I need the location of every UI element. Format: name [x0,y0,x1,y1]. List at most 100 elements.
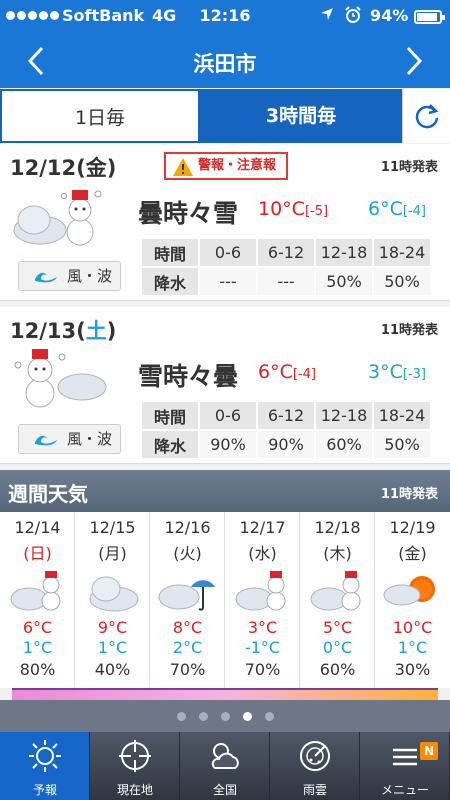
tab-current-location[interactable]: 現在地 [90,732,180,800]
week-day-column: 12/19 (金) 10°C 1°C 30% [375,512,450,688]
precip-value: 90% [258,431,314,458]
wind-wave-button[interactable]: 風・波 [18,424,121,454]
wave-icon [35,435,57,446]
page-dot[interactable] [198,711,208,721]
week-weekday: (日) [23,544,52,563]
tab-rain-radar[interactable]: 雨雲 [270,732,360,800]
col-header: 6-12 [258,239,314,266]
wind-wave-button[interactable]: 風・波 [18,261,121,291]
page-dot-active[interactable] [242,711,252,721]
precip-value: --- [258,268,314,295]
alarm-clock-icon [345,6,361,23]
sun-icon [29,740,61,772]
week-low: -1°C [244,638,281,657]
page-dot[interactable] [264,711,274,721]
cloud-snow-icon [235,571,286,611]
snowman-cloud-icon [14,349,107,408]
view-tabs: 1日毎 3時間毎 [0,89,450,143]
forecast-date: 12/13(土) [10,319,117,343]
precip-table: 時間 0-6 6-12 12-18 18-24 降水 --- --- 50% 50% [140,237,432,297]
tab-three-hour[interactable]: 3時間毎 [200,89,402,143]
weekly-issued: 11時発表 [380,487,438,502]
week-pop: 60% [319,660,356,679]
week-low: 1°C [97,638,128,657]
new-badge: N [420,742,438,760]
week-day-column: 12/17 (水) 3°C -1°C 70% [225,512,300,688]
nav-bar: 浜田市 [0,34,450,88]
col-header: 6-12 [258,402,314,429]
tab-national[interactable]: 全国 [180,732,270,800]
week-pop: 30% [394,660,431,679]
col-header: 0-6 [200,402,256,429]
cloud-sun-outline-icon [211,743,239,769]
week-low: 1°C [397,638,428,657]
ad-banner[interactable] [12,688,438,700]
crosshair-icon [119,740,151,772]
status-bar: SoftBank 4G 12:16 94% [0,0,450,34]
tab-national-label: 全国 [212,783,237,797]
col-header: 時間 [142,402,198,429]
cloud-snow-icon [10,571,61,611]
refresh-button[interactable] [402,89,450,143]
weather-condition: 曇時々雪 [138,199,239,228]
warning-triangle-icon [173,158,193,176]
location-arrow-icon [321,8,333,20]
bottom-tab-bar: 予報 現在地 全国 雨雲 N メニュー [0,732,450,800]
week-date: 12/15 [89,518,136,537]
week-date: 12/14 [14,518,61,537]
cloud-snow-icon [310,571,361,611]
wind-wave-label: 風・波 [67,430,113,448]
tab-radar-label: 雨雲 [302,783,327,797]
wave-icon [35,272,57,283]
low-temp: 3°C[-3] [368,361,426,383]
week-date: 12/19 [389,518,436,537]
precip-value: --- [200,268,256,295]
tab-menu[interactable]: N メニュー [360,732,450,800]
day-forecast-today: 12/12(金) 警報・注意報 11時発表 曇時々雪 10°C[-5] 6°C[… [0,144,450,301]
radar-icon [300,741,330,771]
weekly-forecast: 12/14 (日) 6°C 1°C 80% 12/15 (月) 9°C 1°C … [0,512,450,688]
tab-forecast[interactable]: 予報 [0,732,90,800]
weekly-title: 週間天気 [8,482,88,506]
page-dot[interactable] [220,711,230,721]
precip-value: 50% [374,268,430,295]
cloud-umbrella-icon [158,580,215,611]
week-day-column: 12/14 (日) 6°C 1°C 80% [0,512,75,688]
col-header: 0-6 [200,239,256,266]
week-low: 2°C [172,638,203,657]
warning-button[interactable]: 警報・注意報 [164,152,288,180]
week-pop: 70% [169,660,206,679]
col-header: 12-18 [316,239,372,266]
col-header: 18-24 [374,239,430,266]
refresh-icon [415,104,439,129]
week-weekday: (水) [248,544,277,563]
high-temp: 10°C[-5] [258,198,329,220]
weekly-header: 週間天気 11時発表 [0,470,450,512]
next-city-button[interactable] [396,44,430,78]
week-low: 0°C [322,638,353,657]
tab-current-label: 現在地 [116,783,153,797]
page-indicator[interactable] [0,700,450,732]
week-pop: 70% [244,660,281,679]
week-pop: 80% [19,660,56,679]
week-high: 5°C [322,618,353,637]
week-weekday: (火) [173,544,202,563]
precip-value: 60% [316,431,372,458]
week-low: 1°C [22,638,53,657]
tab-daily[interactable]: 1日毎 [0,89,200,143]
tab-forecast-label: 予報 [32,783,57,797]
page-dot[interactable] [176,711,186,721]
warning-label: 警報・注意報 [198,158,277,173]
week-day-column: 12/15 (月) 9°C 1°C 40% [75,512,150,688]
tab-menu-label: メニュー [380,783,429,797]
battery-percent: 94% [370,6,409,25]
col-header: 18-24 [374,402,430,429]
low-temp: 6°C[-4] [368,198,426,220]
weather-condition: 雪時々曇 [138,362,239,391]
issued-time: 11時発表 [380,160,438,175]
week-weekday: (木) [323,544,352,563]
precip-table: 時間 0-6 6-12 12-18 18-24 降水 90% 90% 60% 50% [140,400,432,460]
week-date: 12/16 [164,518,211,537]
high-temp: 6°C[-4] [258,361,316,383]
col-header: 12-18 [316,402,372,429]
